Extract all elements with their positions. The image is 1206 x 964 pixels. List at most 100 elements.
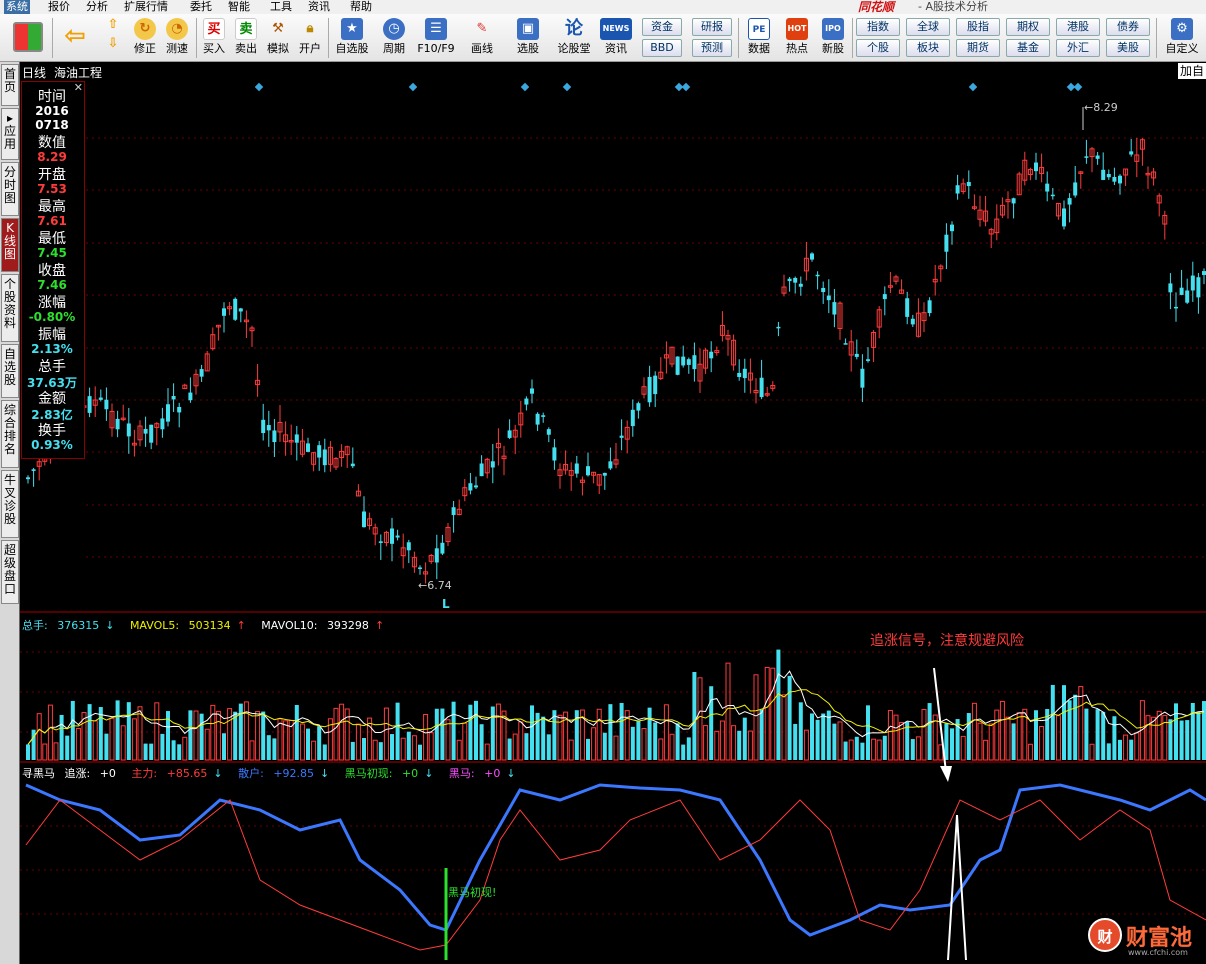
candle-body-down bbox=[143, 428, 148, 434]
candle-body-down bbox=[98, 397, 103, 400]
candle-body-down bbox=[1168, 283, 1173, 293]
volume-bar-down bbox=[166, 711, 170, 760]
volume-bar-up bbox=[747, 730, 753, 761]
mavol10-label: MAVOL10: bbox=[261, 619, 318, 632]
volume-bar-up bbox=[154, 702, 160, 761]
candle-body-down bbox=[737, 372, 742, 377]
volume-bar-down bbox=[266, 735, 271, 760]
volume-bar-up bbox=[333, 707, 339, 761]
kline-chart-svg[interactable] bbox=[0, 0, 1206, 964]
mavol5-number: 503134 bbox=[188, 619, 231, 632]
candle-body-down bbox=[1050, 194, 1055, 197]
volume-bar-down bbox=[653, 722, 658, 760]
retail-value: 散户: +92.85 ↓ bbox=[238, 767, 335, 780]
main-force-value: 主力: +85.65 ↓ bbox=[131, 767, 228, 780]
volume-bar-down bbox=[1062, 685, 1066, 760]
volume-bar-up bbox=[131, 718, 137, 761]
crosshair-info-panel: ✕ 时间 2016 0718 数值 8.29 开盘 7.53 最高 7.61 最低 7.45 收盘 7.… bbox=[21, 81, 85, 459]
volume-bar-up bbox=[1016, 712, 1022, 761]
volume-bar-up bbox=[53, 742, 59, 761]
dark-horse-label: 黑马: bbox=[448, 767, 475, 780]
volume-bar-up bbox=[1151, 716, 1157, 761]
volume-bar-down bbox=[294, 704, 299, 760]
candle-body-down bbox=[776, 326, 781, 329]
volume-bar-up bbox=[915, 736, 921, 761]
candle-body-down bbox=[944, 234, 949, 252]
volume-bar-down bbox=[815, 719, 820, 760]
volume-bar-down bbox=[434, 708, 439, 760]
volume-bar-up bbox=[568, 739, 574, 761]
volume-bar-up bbox=[400, 737, 406, 761]
volume-bar-down bbox=[530, 705, 534, 760]
candle-body-down bbox=[793, 277, 798, 283]
candle-body-down bbox=[798, 283, 803, 287]
indicator-name-text: 寻黑马 bbox=[22, 767, 55, 780]
retail-label: 散户: bbox=[238, 767, 264, 780]
candle-body-down bbox=[474, 485, 478, 488]
candle-body-down bbox=[1129, 151, 1134, 155]
candle-body-down bbox=[541, 415, 546, 417]
volume-bar-up bbox=[428, 732, 434, 761]
stock-terminal-window: 系统 报价 分析 扩展行情 委托 智能 工具 资讯 帮助 同花顺 - A股技术分… bbox=[0, 0, 1206, 964]
volume-bar-up bbox=[204, 728, 210, 761]
info-value: -0.80% bbox=[28, 310, 76, 324]
mavol10-value: MAVOL10: 393298 ↑ bbox=[261, 619, 390, 632]
candle-body-down bbox=[149, 424, 154, 443]
candle-body-down bbox=[1084, 156, 1089, 158]
candle-body-down bbox=[479, 463, 484, 477]
volume-bar-down bbox=[26, 744, 30, 760]
candle-body-down bbox=[490, 461, 495, 468]
candle-body-down bbox=[1196, 277, 1201, 298]
volume-bar-down bbox=[647, 707, 652, 760]
signal-diamond bbox=[408, 82, 418, 92]
volume-bar-up bbox=[781, 694, 787, 761]
info-key: 振幅 bbox=[38, 327, 66, 343]
candle-body-down bbox=[759, 377, 764, 398]
candle-body-down bbox=[619, 435, 624, 438]
candle-body-down bbox=[955, 185, 960, 194]
candle-body-down bbox=[787, 278, 792, 282]
volume-bar-up bbox=[92, 720, 98, 761]
volume-bar-down bbox=[1050, 684, 1055, 760]
volume-bar-down bbox=[171, 740, 176, 760]
info-key: 开盘 bbox=[38, 167, 66, 183]
chart-period: 日线 bbox=[22, 66, 47, 80]
volume-bar-down bbox=[160, 733, 165, 760]
candle-body-down bbox=[826, 295, 831, 301]
candle-body-down bbox=[1034, 162, 1038, 172]
volume-bar-down bbox=[854, 736, 859, 760]
add-watchlist-button[interactable]: 加自 bbox=[1177, 63, 1206, 79]
candle-body-down bbox=[832, 302, 837, 315]
candle-body-down bbox=[546, 429, 551, 435]
candle-body-down bbox=[843, 343, 848, 345]
candle-body-down bbox=[552, 447, 557, 461]
candle-body-down bbox=[675, 356, 680, 375]
volume-bar-up bbox=[47, 704, 53, 761]
candle-body-down bbox=[653, 375, 658, 395]
candle-body-down bbox=[362, 511, 366, 528]
candle-body-down bbox=[692, 355, 697, 370]
dark-horse-value: 黑马: +0 ↓ bbox=[449, 767, 522, 780]
signal-diamond bbox=[681, 82, 691, 92]
candle-body-down bbox=[1106, 173, 1111, 178]
volume-bar-down bbox=[378, 742, 383, 760]
info-value: 0.93% bbox=[31, 438, 73, 452]
candle-body-down bbox=[1101, 169, 1106, 180]
volume-bar-down bbox=[821, 713, 826, 760]
volume-bar-down bbox=[1095, 709, 1100, 760]
volume-bar-up bbox=[283, 720, 289, 761]
mavol5-line bbox=[27, 670, 1205, 745]
volume-bar-down bbox=[104, 733, 109, 760]
volume-bar-down bbox=[630, 726, 635, 760]
candle-body-down bbox=[1202, 271, 1206, 275]
signal-diamond bbox=[1073, 82, 1083, 92]
volume-bar-up bbox=[462, 722, 468, 761]
candle-body-down bbox=[233, 298, 238, 320]
volume-bar-down bbox=[810, 713, 814, 760]
volume-bar-up bbox=[703, 725, 709, 761]
candle-body-down bbox=[815, 274, 820, 277]
volume-bar-down bbox=[468, 704, 473, 760]
candle-body-down bbox=[434, 548, 439, 563]
volume-bar-down bbox=[675, 723, 680, 760]
volume-bar-down bbox=[177, 744, 182, 760]
